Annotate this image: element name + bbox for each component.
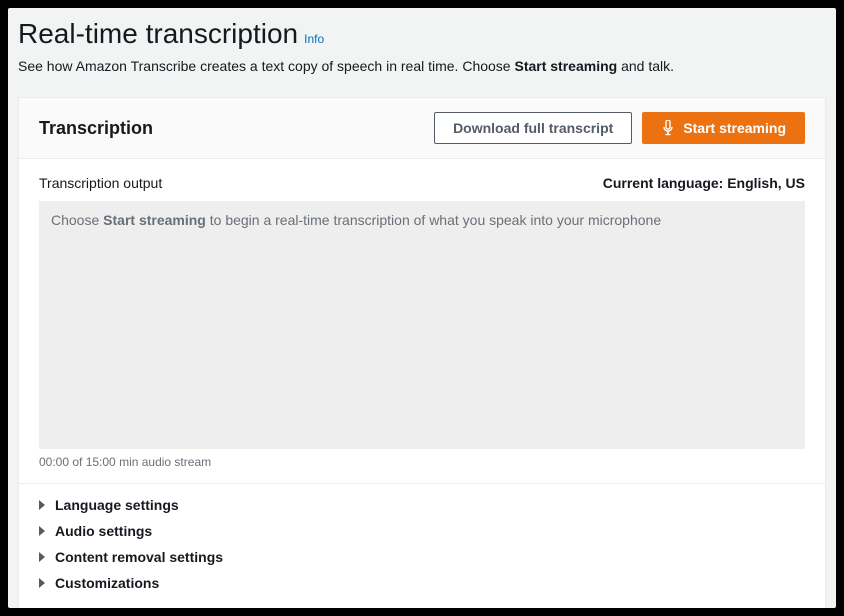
section-customizations[interactable]: Customizations — [39, 570, 805, 596]
output-label: Transcription output — [39, 175, 162, 191]
start-streaming-button[interactable]: Start streaming — [642, 112, 805, 144]
section-label: Language settings — [55, 497, 179, 513]
transcription-card: Transcription Download full transcript — [18, 97, 826, 608]
card-header: Transcription Download full transcript — [19, 98, 825, 159]
section-audio-settings[interactable]: Audio settings — [39, 518, 805, 544]
page-header: Real-time transcription Info See how Ama… — [8, 8, 836, 83]
output-placeholder-pre: Choose — [51, 212, 103, 228]
section-language-settings[interactable]: Language settings — [39, 492, 805, 518]
caret-right-icon — [39, 500, 45, 510]
microphone-icon — [661, 120, 675, 136]
page-description-post: and talk. — [617, 58, 674, 74]
section-content-removal-settings[interactable]: Content removal settings — [39, 544, 805, 570]
stream-time-label: 00:00 of 15:00 min audio stream — [39, 455, 805, 469]
section-divider — [19, 483, 825, 484]
card-title: Transcription — [39, 118, 153, 139]
output-header-row: Transcription output Current language: E… — [39, 175, 805, 191]
caret-right-icon — [39, 526, 45, 536]
transcription-output-area[interactable]: Choose Start streaming to begin a real-t… — [39, 201, 805, 449]
page-description: See how Amazon Transcribe creates a text… — [18, 56, 826, 77]
start-streaming-label: Start streaming — [683, 120, 786, 136]
output-placeholder-strong: Start streaming — [103, 212, 206, 228]
page-title-row: Real-time transcription Info — [18, 18, 826, 50]
section-label: Audio settings — [55, 523, 152, 539]
section-label: Customizations — [55, 575, 159, 591]
page-description-strong: Start streaming — [514, 58, 617, 74]
card-actions: Download full transcript Start streaming — [434, 112, 805, 144]
page-title: Real-time transcription — [18, 18, 298, 50]
download-transcript-label: Download full transcript — [453, 120, 613, 136]
section-label: Content removal settings — [55, 549, 223, 565]
app-frame: Real-time transcription Info See how Ama… — [8, 8, 836, 608]
caret-right-icon — [39, 578, 45, 588]
caret-right-icon — [39, 552, 45, 562]
page-description-pre: See how Amazon Transcribe creates a text… — [18, 58, 514, 74]
current-language-label: Current language: English, US — [603, 175, 805, 191]
card-body: Transcription output Current language: E… — [19, 159, 825, 608]
info-link[interactable]: Info — [304, 32, 324, 46]
output-placeholder-post: to begin a real-time transcription of wh… — [206, 212, 661, 228]
download-transcript-button[interactable]: Download full transcript — [434, 112, 632, 144]
